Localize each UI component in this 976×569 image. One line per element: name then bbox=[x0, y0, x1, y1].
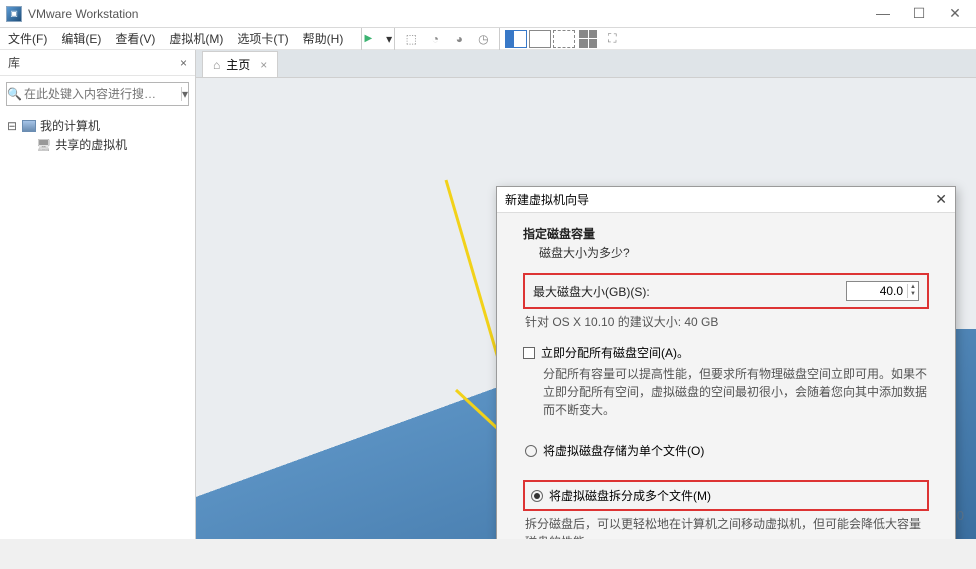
layout-grid-button[interactable] bbox=[576, 27, 600, 51]
tab-close-icon[interactable]: × bbox=[260, 58, 267, 72]
tb-disk-icon[interactable]: ⬚ bbox=[399, 27, 423, 51]
new-vm-wizard-dialog: 新建虚拟机向导 ✕ 指定磁盘容量 磁盘大小为多少? 最大磁盘大小(GB)(S):… bbox=[496, 186, 956, 539]
layout-split-button[interactable] bbox=[504, 27, 528, 51]
wizard-step-subtitle: 磁盘大小为多少? bbox=[539, 244, 929, 261]
menu-bar: 文件(F) 编辑(E) 查看(V) 虚拟机(M) 选项卡(T) 帮助(H) ▶ … bbox=[0, 28, 976, 50]
maximize-button[interactable]: ☐ bbox=[910, 5, 928, 22]
wizard-step-title: 指定磁盘容量 bbox=[523, 225, 929, 242]
split-note: 拆分磁盘后，可以更轻松地在计算机之间移动虚拟机，但可能会降低大容量磁盘的性能。 bbox=[525, 515, 929, 539]
fullscreen-button[interactable]: ⛶ bbox=[600, 27, 624, 51]
search-icon: 🔍 bbox=[7, 87, 22, 101]
tree-root-label: 我的计算机 bbox=[40, 117, 100, 134]
search-input[interactable] bbox=[22, 86, 181, 102]
menu-edit[interactable]: 编辑(E) bbox=[61, 30, 101, 47]
disk-size-input[interactable] bbox=[847, 282, 907, 300]
menu-vm[interactable]: 虚拟机(M) bbox=[169, 30, 223, 47]
tb-snapshot-icon[interactable]: ◔ bbox=[423, 27, 447, 51]
sidebar-title: 库 bbox=[8, 54, 20, 71]
window-titlebar: ▣ VMware Workstation — ☐ ✕ bbox=[0, 0, 976, 28]
tab-home-label: 主页 bbox=[226, 56, 250, 73]
window-title: VMware Workstation bbox=[28, 7, 138, 21]
radio-single-label: 将虚拟磁盘存储为单个文件(O) bbox=[543, 442, 704, 459]
library-tree: ⊟ 我的计算机 🖥 共享的虚拟机 bbox=[0, 112, 195, 158]
main-area: 库 × 🔍 ▾ ⊟ 我的计算机 🖥 共享的虚拟机 ⌂ 主页 × bbox=[0, 50, 976, 539]
radio-single-file[interactable]: 将虚拟磁盘存储为单个文件(O) bbox=[523, 439, 929, 462]
tb-manage-icon[interactable]: ◷ bbox=[471, 27, 495, 51]
library-sidebar: 库 × 🔍 ▾ ⊟ 我的计算机 🖥 共享的虚拟机 bbox=[0, 50, 196, 539]
disk-size-label: 最大磁盘大小(GB)(S): bbox=[533, 283, 650, 300]
radio-icon bbox=[525, 445, 537, 457]
library-search[interactable]: 🔍 ▾ bbox=[6, 82, 189, 106]
menu-tabs[interactable]: 选项卡(T) bbox=[237, 30, 288, 47]
allocate-now-checkbox[interactable]: 立即分配所有磁盘空间(A)。 bbox=[523, 344, 929, 361]
disk-size-row: 最大磁盘大小(GB)(S): ▲ ▼ bbox=[523, 273, 929, 309]
dialog-close-button[interactable]: ✕ bbox=[935, 191, 947, 208]
tree-my-computer[interactable]: ⊟ 我的计算机 bbox=[6, 116, 189, 135]
home-icon: ⌂ bbox=[213, 58, 220, 72]
minimize-button[interactable]: — bbox=[874, 5, 892, 22]
tab-home[interactable]: ⌂ 主页 × bbox=[202, 51, 278, 77]
tb-revert-icon[interactable]: ◕ bbox=[447, 27, 471, 51]
computer-icon bbox=[22, 120, 36, 132]
app-icon: ▣ bbox=[6, 6, 22, 22]
radio-selected-icon bbox=[531, 490, 543, 502]
spinner-up-icon[interactable]: ▲ bbox=[908, 284, 918, 291]
tab-strip: ⌂ 主页 × bbox=[196, 50, 976, 78]
shared-icon: 🖥 bbox=[36, 138, 51, 152]
menu-view[interactable]: 查看(V) bbox=[115, 30, 155, 47]
radio-split-block: 将虚拟磁盘拆分成多个文件(M) bbox=[523, 480, 929, 511]
allocate-now-label: 立即分配所有磁盘空间(A)。 bbox=[541, 344, 689, 361]
search-dropdown-icon[interactable]: ▾ bbox=[181, 87, 188, 101]
layout-single-button[interactable] bbox=[528, 27, 552, 51]
allocate-now-note: 分配所有容量可以提高性能，但要求所有物理磁盘空间立即可用。如果不立即分配所有空间… bbox=[543, 365, 929, 419]
radio-split-label: 将虚拟磁盘拆分成多个文件(M) bbox=[549, 487, 711, 504]
close-window-button[interactable]: ✕ bbox=[946, 5, 964, 22]
tree-shared-vms[interactable]: 🖥 共享的虚拟机 bbox=[36, 135, 189, 154]
tree-shared-label: 共享的虚拟机 bbox=[55, 136, 127, 153]
radio-split-file[interactable]: 将虚拟磁盘拆分成多个文件(M) bbox=[529, 484, 923, 507]
sidebar-close-icon[interactable]: × bbox=[180, 56, 187, 70]
disk-size-suggestion: 针对 OS X 10.10 的建议大小: 40 GB bbox=[525, 313, 929, 330]
spinner-down-icon[interactable]: ▼ bbox=[908, 291, 918, 298]
menu-file[interactable]: 文件(F) bbox=[8, 30, 47, 47]
disk-size-spinner[interactable]: ▲ ▼ bbox=[846, 281, 919, 301]
menu-help[interactable]: 帮助(H) bbox=[303, 30, 344, 47]
dialog-titlebar: 新建虚拟机向导 ✕ bbox=[497, 187, 955, 213]
content-area: ⌂ 主页 × 连接到 VMware vCloud Air https://blo… bbox=[196, 50, 976, 539]
expand-icon[interactable]: ⊟ bbox=[6, 119, 18, 133]
sidebar-header: 库 × bbox=[0, 50, 195, 76]
play-button[interactable]: ▶ ▾ bbox=[366, 27, 390, 51]
layout-wide-button[interactable] bbox=[552, 27, 576, 51]
checkbox-icon bbox=[523, 347, 535, 359]
dialog-title: 新建虚拟机向导 bbox=[505, 191, 589, 208]
